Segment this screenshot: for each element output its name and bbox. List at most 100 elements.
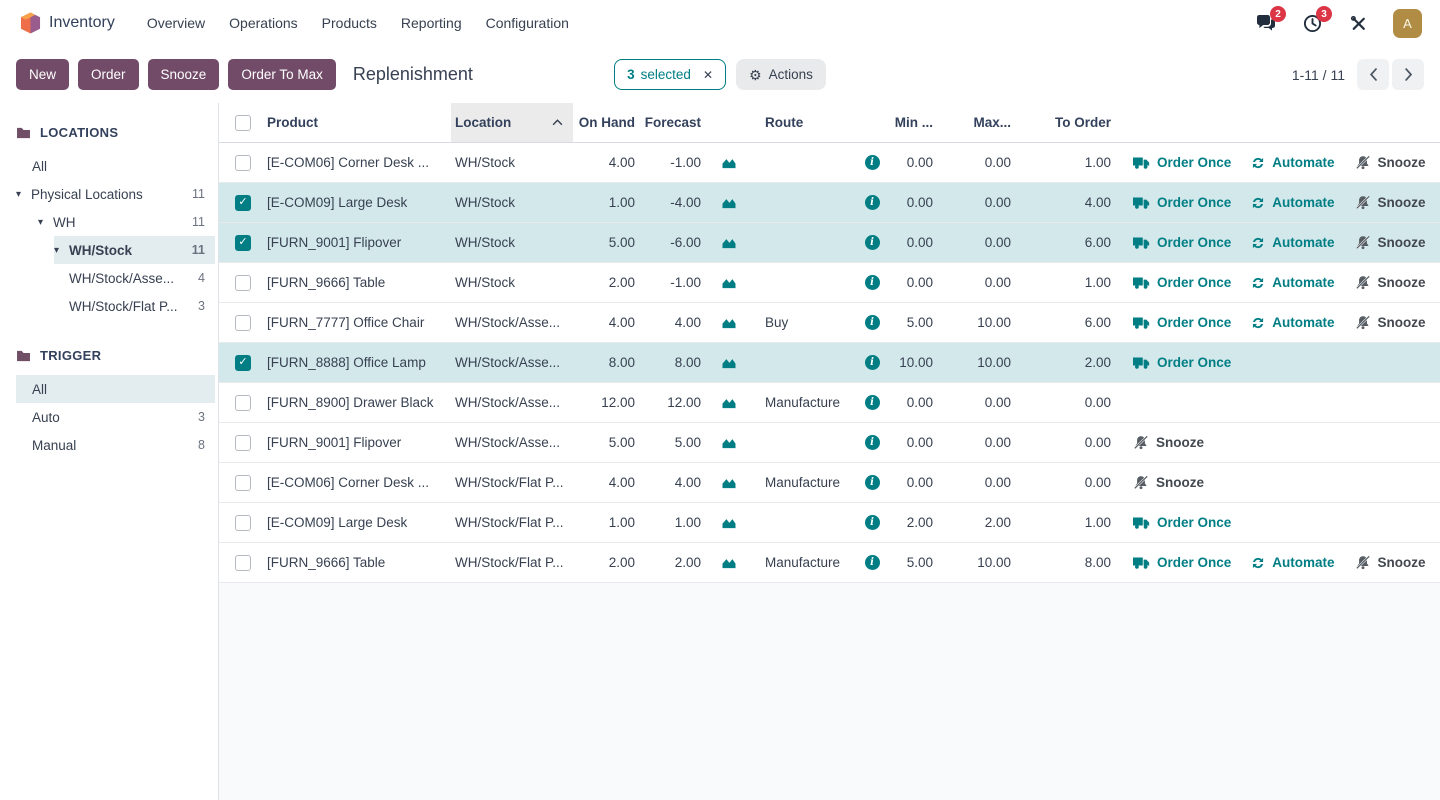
forecast-graph-icon[interactable] bbox=[709, 503, 749, 542]
caret-down-icon[interactable]: ▾ bbox=[38, 217, 53, 228]
sidebar-item-wh-stock[interactable]: ▾ WH/Stock11 bbox=[54, 236, 215, 264]
sidebar-item-trigger-all[interactable]: All bbox=[16, 375, 215, 403]
sidebar-item-wh[interactable]: ▾ WH11 bbox=[38, 208, 215, 236]
column-header-to-order[interactable]: To Order bbox=[1019, 103, 1119, 142]
column-header-location[interactable]: Location bbox=[451, 103, 573, 142]
order-once-button[interactable]: Order Once bbox=[1133, 155, 1231, 170]
info-icon[interactable]: i bbox=[865, 355, 880, 370]
row-checkbox[interactable] bbox=[235, 195, 251, 211]
menu-products[interactable]: Products bbox=[310, 8, 389, 38]
forecast-graph-icon[interactable] bbox=[709, 383, 749, 422]
automate-button[interactable]: Automate bbox=[1251, 275, 1334, 290]
new-button[interactable]: New bbox=[16, 59, 69, 90]
forecast-graph-icon[interactable] bbox=[709, 183, 749, 222]
info-icon[interactable]: i bbox=[865, 275, 880, 290]
table-row[interactable]: [FURN_9001] Flipover WH/Stock 5.00 -6.00… bbox=[219, 223, 1440, 263]
order-once-button[interactable]: Order Once bbox=[1133, 275, 1231, 290]
automate-button[interactable]: Automate bbox=[1251, 315, 1334, 330]
sidebar-item-trigger-manual[interactable]: Manual8 bbox=[16, 431, 215, 459]
sidebar-item-wh-stock-asse[interactable]: WH/Stock/Asse...4 bbox=[54, 264, 215, 292]
info-icon[interactable]: i bbox=[865, 435, 880, 450]
row-checkbox[interactable] bbox=[235, 555, 251, 571]
caret-down-icon[interactable]: ▾ bbox=[54, 245, 69, 256]
forecast-graph-icon[interactable] bbox=[709, 423, 749, 462]
automate-button[interactable]: Automate bbox=[1251, 235, 1334, 250]
info-icon[interactable]: i bbox=[865, 555, 880, 570]
info-icon[interactable]: i bbox=[865, 475, 880, 490]
menu-configuration[interactable]: Configuration bbox=[474, 8, 581, 38]
table-row[interactable]: [E-COM06] Corner Desk ... WH/Stock 4.00 … bbox=[219, 143, 1440, 183]
forecast-graph-icon[interactable] bbox=[709, 223, 749, 262]
row-checkbox[interactable] bbox=[235, 155, 251, 171]
order-once-button[interactable]: Order Once bbox=[1133, 515, 1231, 530]
menu-reporting[interactable]: Reporting bbox=[389, 8, 474, 38]
column-header-on-hand[interactable]: On Hand bbox=[573, 103, 643, 142]
table-row[interactable]: [FURN_9666] Table WH/Stock/Flat P... 2.0… bbox=[219, 543, 1440, 583]
row-checkbox[interactable] bbox=[235, 235, 251, 251]
table-row[interactable]: [E-COM09] Large Desk WH/Stock 1.00 -4.00… bbox=[219, 183, 1440, 223]
snooze-button[interactable]: Snooze bbox=[1355, 275, 1426, 290]
column-header-min[interactable]: Min ... bbox=[887, 103, 941, 142]
actions-button[interactable]: ⚙ Actions bbox=[736, 59, 826, 90]
column-header-forecast[interactable]: Forecast bbox=[643, 103, 709, 142]
row-checkbox[interactable] bbox=[235, 275, 251, 291]
snooze-button[interactable]: Snooze bbox=[1355, 315, 1426, 330]
info-icon[interactable]: i bbox=[865, 515, 880, 530]
order-once-button[interactable]: Order Once bbox=[1133, 555, 1231, 570]
column-header-product[interactable]: Product bbox=[267, 103, 451, 142]
forecast-graph-icon[interactable] bbox=[709, 263, 749, 302]
column-header-route[interactable]: Route bbox=[749, 103, 857, 142]
table-row[interactable]: [FURN_8900] Drawer Black WH/Stock/Asse..… bbox=[219, 383, 1440, 423]
pager-next-button[interactable] bbox=[1392, 59, 1424, 90]
sidebar-item-locations-all[interactable]: All bbox=[16, 152, 215, 180]
row-checkbox[interactable] bbox=[235, 355, 251, 371]
row-checkbox[interactable] bbox=[235, 475, 251, 491]
info-icon[interactable]: i bbox=[865, 315, 880, 330]
app-menu-button[interactable]: Inventory bbox=[14, 7, 121, 39]
order-once-button[interactable]: Order Once bbox=[1133, 355, 1231, 370]
snooze-button[interactable]: Snooze bbox=[1355, 155, 1426, 170]
info-icon[interactable]: i bbox=[865, 235, 880, 250]
info-icon[interactable]: i bbox=[865, 155, 880, 170]
forecast-graph-icon[interactable] bbox=[709, 143, 749, 182]
sidebar-item-wh-stock-flat[interactable]: WH/Stock/Flat P...3 bbox=[54, 292, 215, 320]
forecast-graph-icon[interactable] bbox=[709, 543, 749, 582]
automate-button[interactable]: Automate bbox=[1251, 555, 1334, 570]
snooze-button[interactable]: Snooze bbox=[148, 59, 220, 90]
row-checkbox[interactable] bbox=[235, 515, 251, 531]
row-checkbox[interactable] bbox=[235, 315, 251, 331]
messages-icon[interactable]: 2 bbox=[1255, 12, 1277, 34]
row-checkbox[interactable] bbox=[235, 395, 251, 411]
menu-operations[interactable]: Operations bbox=[217, 8, 309, 38]
order-once-button[interactable]: Order Once bbox=[1133, 315, 1231, 330]
table-row[interactable]: [FURN_7777] Office Chair WH/Stock/Asse..… bbox=[219, 303, 1440, 343]
row-checkbox[interactable] bbox=[235, 435, 251, 451]
forecast-graph-icon[interactable] bbox=[709, 303, 749, 342]
select-all-checkbox[interactable] bbox=[235, 115, 251, 131]
table-row[interactable]: [E-COM09] Large Desk WH/Stock/Flat P... … bbox=[219, 503, 1440, 543]
automate-button[interactable]: Automate bbox=[1251, 195, 1334, 210]
order-once-button[interactable]: Order Once bbox=[1133, 235, 1231, 250]
info-icon[interactable]: i bbox=[865, 195, 880, 210]
table-row[interactable]: [E-COM06] Corner Desk ... WH/Stock/Flat … bbox=[219, 463, 1440, 503]
clear-selection-icon[interactable]: ✕ bbox=[703, 68, 713, 82]
tools-icon[interactable] bbox=[1347, 12, 1369, 34]
automate-button[interactable]: Automate bbox=[1251, 155, 1334, 170]
pager-range[interactable]: 1-11 / 11 bbox=[1292, 67, 1345, 83]
snooze-button[interactable]: Snooze bbox=[1355, 235, 1426, 250]
table-row[interactable]: [FURN_9001] Flipover WH/Stock/Asse... 5.… bbox=[219, 423, 1440, 463]
snooze-button[interactable]: Snooze bbox=[1133, 475, 1204, 490]
user-avatar[interactable]: A bbox=[1393, 9, 1422, 38]
table-row[interactable]: [FURN_8888] Office Lamp WH/Stock/Asse...… bbox=[219, 343, 1440, 383]
snooze-button[interactable]: Snooze bbox=[1133, 435, 1204, 450]
order-to-max-button[interactable]: Order To Max bbox=[228, 59, 336, 90]
order-once-button[interactable]: Order Once bbox=[1133, 195, 1231, 210]
forecast-graph-icon[interactable] bbox=[709, 343, 749, 382]
forecast-graph-icon[interactable] bbox=[709, 463, 749, 502]
activities-clock-icon[interactable]: 3 bbox=[1301, 12, 1323, 34]
snooze-button[interactable]: Snooze bbox=[1355, 195, 1426, 210]
column-header-max[interactable]: Max... bbox=[941, 103, 1019, 142]
order-button[interactable]: Order bbox=[78, 59, 139, 90]
snooze-button[interactable]: Snooze bbox=[1355, 555, 1426, 570]
caret-down-icon[interactable]: ▾ bbox=[16, 189, 31, 200]
